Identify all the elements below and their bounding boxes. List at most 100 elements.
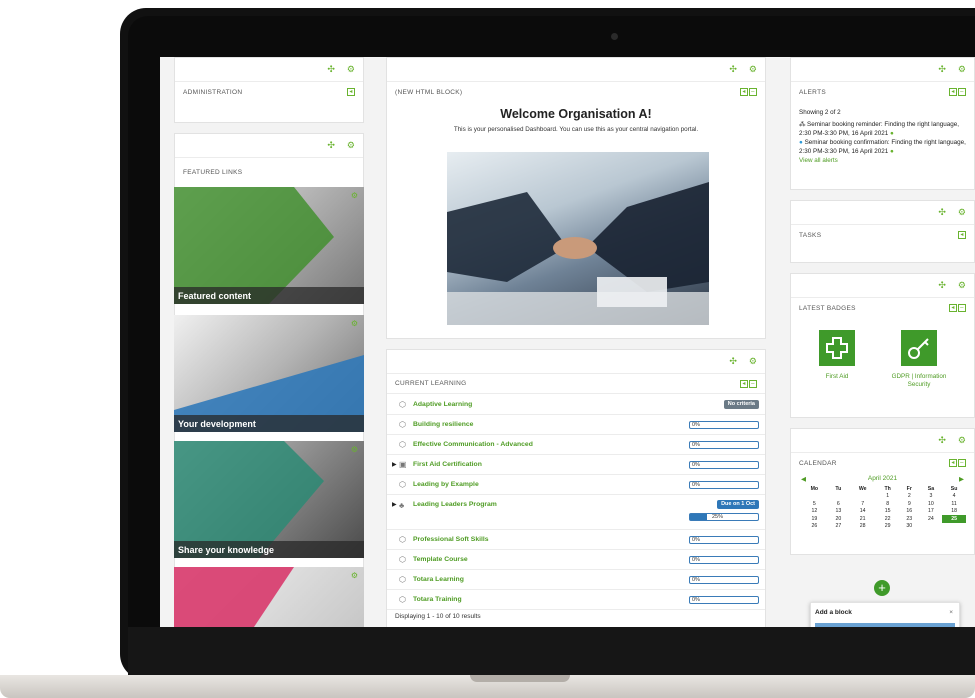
move-icon[interactable]: ✣ <box>938 281 946 290</box>
gear-icon[interactable]: ⚙ <box>351 319 358 328</box>
calendar-day[interactable]: 7 <box>849 500 876 508</box>
add-block-icon[interactable]: + <box>874 580 890 596</box>
move-icon[interactable]: ✣ <box>327 65 335 74</box>
calendar-day[interactable]: 28 <box>849 523 876 531</box>
calendar-weekday: Mo <box>810 485 819 492</box>
calendar-day[interactable]: 26 <box>801 523 828 531</box>
move-icon[interactable]: ✣ <box>938 436 946 445</box>
calendar-day[interactable]: 14 <box>849 508 876 516</box>
move-icon[interactable]: ✣ <box>729 357 737 366</box>
course-icon: ⬡ <box>399 480 406 489</box>
calendar-day[interactable]: 10 <box>920 500 943 508</box>
current-learning-block: ✣ ⚙ CURRENT LEARNING ◂ – ⬡ Adaptive Learning… <box>386 349 766 627</box>
calendar-day[interactable]: 9 <box>899 500 920 508</box>
calendar-day[interactable]: 20 <box>828 515 849 523</box>
calendar-day[interactable]: 24 <box>920 515 943 523</box>
calendar-day[interactable]: 8 <box>876 500 899 508</box>
list-item[interactable]: ▶ ▣ First Aid Certification 0% <box>387 455 765 475</box>
list-item[interactable]: ⬡ Template Course 0% <box>387 550 765 570</box>
calendar-day[interactable]: 30 <box>899 523 920 531</box>
prev-month-icon[interactable]: ◀ <box>801 475 806 483</box>
calendar-weekday: Fr <box>906 485 912 492</box>
alert-item[interactable]: ● Seminar booking confirmation: Finding … <box>799 138 966 156</box>
gear-icon[interactable]: ⚙ <box>958 281 966 290</box>
calendar-day[interactable]: 1 <box>876 493 899 501</box>
dock-icon[interactable]: ◂ – <box>949 88 966 96</box>
badge-label[interactable]: GDPR | Information Security <box>883 373 955 389</box>
calendar-day[interactable]: 15 <box>876 508 899 516</box>
move-icon[interactable]: ✣ <box>327 141 335 150</box>
calendar-day[interactable]: 3 <box>920 493 943 501</box>
next-month-icon[interactable]: ▶ <box>959 475 964 483</box>
list-item[interactable]: ▶ ♣ Leading Leaders Program Due on 1 Oct 2… <box>387 495 765 530</box>
calendar-day[interactable]: 6 <box>828 500 849 508</box>
calendar-day[interactable]: 19 <box>801 515 828 523</box>
program-icon: ♣ <box>399 501 405 510</box>
calendar-day[interactable]: 21 <box>849 515 876 523</box>
calendar-day[interactable]: 22 <box>876 515 899 523</box>
calendar-day[interactable]: 2 <box>899 493 920 501</box>
list-item[interactable]: ⬡ Adaptive Learning No criteria <box>387 395 765 415</box>
gear-icon[interactable]: ⚙ <box>958 65 966 74</box>
calendar-day[interactable]: 18 <box>942 508 966 516</box>
key-badge-icon[interactable] <box>901 330 937 366</box>
alert-item[interactable]: ⁂ Seminar booking reminder: Finding the … <box>799 120 966 138</box>
calendar-day[interactable]: 29 <box>876 523 899 531</box>
list-item[interactable]: ⬡ Totara Training 0% <box>387 590 765 610</box>
calendar-day[interactable]: 27 <box>828 523 849 531</box>
badge-label[interactable]: First Aid <box>801 373 873 380</box>
calendar-day[interactable]: 12 <box>801 508 828 516</box>
calendar-day[interactable]: 11 <box>942 500 966 508</box>
gear-icon[interactable]: ⚙ <box>749 357 757 366</box>
administration-title: ADMINISTRATION <box>183 88 243 96</box>
dock-icon[interactable]: ◂ <box>958 231 966 239</box>
move-icon[interactable]: ✣ <box>729 65 737 74</box>
list-item[interactable]: ⬡ Leading by Example 0% <box>387 475 765 495</box>
course-icon: ⬡ <box>399 555 406 564</box>
gear-icon[interactable]: ⚙ <box>749 65 757 74</box>
calendar-day[interactable]: 23 <box>899 515 920 523</box>
dock-icon[interactable]: ◂ – <box>949 459 966 467</box>
gear-icon[interactable]: ⚙ <box>351 445 358 454</box>
dock-icon[interactable]: ◂ <box>347 88 355 96</box>
move-icon[interactable]: ✣ <box>938 208 946 217</box>
tile-your-development[interactable]: ⚙ Your development <box>174 315 364 432</box>
calendar-day[interactable]: 16 <box>899 508 920 516</box>
close-icon[interactable]: × <box>949 609 953 616</box>
welcome-heading: Welcome Organisation A! <box>500 107 652 121</box>
calendar-day[interactable]: 17 <box>920 508 943 516</box>
info-icon[interactable]: ● <box>890 130 894 137</box>
list-item[interactable]: ⬡ Totara Learning 0% <box>387 570 765 590</box>
info-icon[interactable]: ● <box>890 148 894 155</box>
tile-featured-content[interactable]: ⚙ Featured content <box>174 187 364 304</box>
dashboard-screen: ✣ ⚙ ADMINISTRATION ◂ ✣ ⚙ FEATURED LINKS ⚙ F… <box>160 57 975 627</box>
calendar-day[interactable]: 4 <box>942 493 966 501</box>
gear-icon[interactable]: ⚙ <box>958 436 966 445</box>
dock-icon[interactable]: ◂ – <box>740 88 757 96</box>
expand-icon[interactable]: ▶ <box>387 461 399 468</box>
first-aid-badge-icon[interactable] <box>819 330 855 366</box>
add-block-select[interactable] <box>815 623 955 627</box>
calendar-day[interactable]: 5 <box>801 500 828 508</box>
view-all-alerts-link[interactable]: View all alerts <box>799 156 966 165</box>
list-item[interactable]: ⬡ Building resilience 0% <box>387 415 765 435</box>
calendar-day[interactable]: 25 <box>942 515 966 523</box>
list-item[interactable]: ⬡ Professional Soft Skills 0% <box>387 530 765 550</box>
move-icon[interactable]: ✣ <box>938 65 946 74</box>
expand-icon[interactable]: ▶ <box>387 501 399 508</box>
laptop-mockup: ✣ ⚙ ADMINISTRATION ◂ ✣ ⚙ FEATURED LINKS ⚙ F… <box>0 0 975 698</box>
list-item[interactable]: ⬡ Effective Communication - Advanced 0% <box>387 435 765 455</box>
course-icon: ⬡ <box>399 535 406 544</box>
gear-icon[interactable]: ⚙ <box>347 65 355 74</box>
tile-promo[interactable]: ⚙ <box>174 567 364 627</box>
calendar-day[interactable]: 13 <box>828 508 849 516</box>
camera-icon <box>611 33 618 40</box>
gear-icon[interactable]: ⚙ <box>347 141 355 150</box>
dock-icon[interactable]: ◂ – <box>740 379 757 388</box>
gear-icon[interactable]: ⚙ <box>351 571 358 580</box>
gear-icon[interactable]: ⚙ <box>958 208 966 217</box>
gear-icon[interactable]: ⚙ <box>351 191 358 200</box>
calendar-month: April 2021 <box>867 475 898 482</box>
tile-share-knowledge[interactable]: ⚙ Share your knowledge <box>174 441 364 558</box>
dock-icon[interactable]: ◂ – <box>949 304 966 312</box>
